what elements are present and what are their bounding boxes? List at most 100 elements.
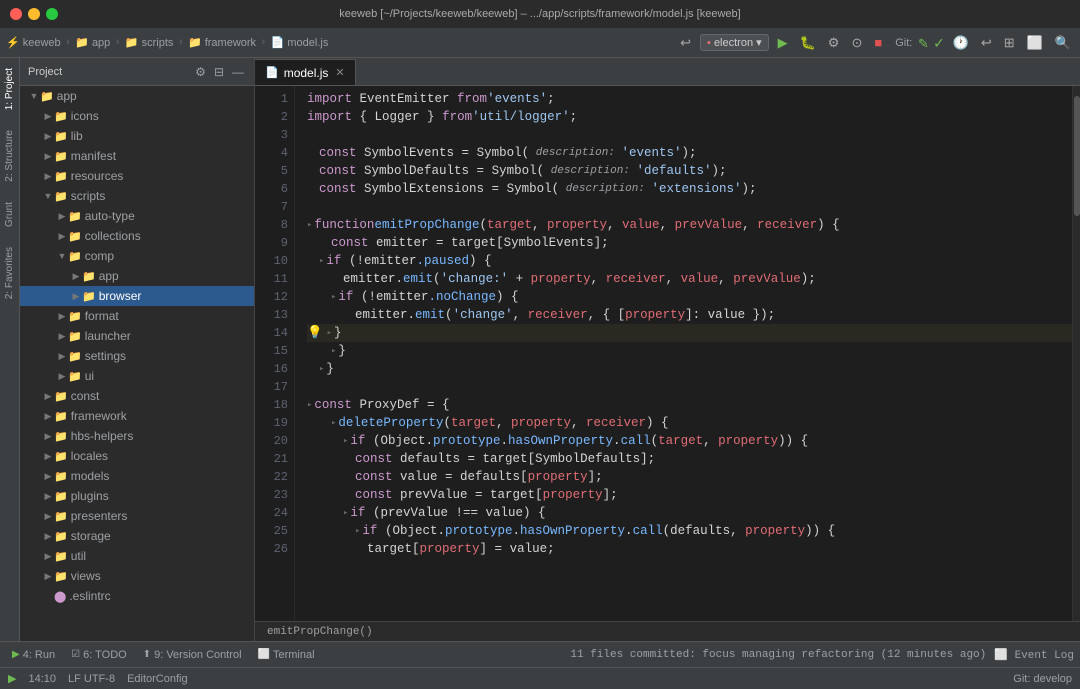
profile-button[interactable]: ⊙ — [848, 33, 865, 53]
status-position[interactable]: 14:10 — [28, 673, 56, 685]
sidebar-layout-button[interactable]: ⊟ — [212, 63, 226, 81]
project-button[interactable]: ⊞ — [1001, 33, 1018, 53]
tree-item-browser[interactable]: ▶ 📁 browser — [20, 286, 254, 306]
status-run: ▶ — [8, 672, 16, 685]
breadcrumb-label-app: app — [92, 37, 110, 49]
expand-arrow: ▶ — [42, 431, 54, 442]
structure-panel-tab[interactable]: 2: Structure — [0, 120, 19, 192]
tree-item-storage[interactable]: ▶ 📁 storage — [20, 526, 254, 546]
code-content[interactable]: ▸▸ import EventEmitter from 'events'; im… — [295, 86, 1072, 621]
keeweb-icon: ⚡ — [6, 36, 20, 49]
expand-arrow: ▶ — [70, 291, 82, 302]
project-panel-tab[interactable]: 1: Project — [0, 58, 19, 120]
code-line-16: ▸} — [307, 360, 1072, 378]
tree-item-views[interactable]: ▶ 📁 views — [20, 566, 254, 586]
scrollbar[interactable] — [1072, 86, 1080, 621]
tree-item-locales[interactable]: ▶ 📁 locales — [20, 446, 254, 466]
editor-config-text: EditorConfig — [127, 673, 188, 685]
tree-item-icons[interactable]: ▶ 📁 icons — [20, 106, 254, 126]
tree-item-models[interactable]: ▶ 📁 models — [20, 466, 254, 486]
favorites-panel-tab[interactable]: 2: Favorites — [0, 237, 19, 309]
status-editor-config[interactable]: EditorConfig — [127, 673, 188, 685]
tree-item-collections[interactable]: ▶ 📁 collections — [20, 226, 254, 246]
tree-item-manifest[interactable]: ▶ 📁 manifest — [20, 146, 254, 166]
bottom-right: 11 files committed: focus managing refac… — [570, 648, 1074, 662]
sidebar-settings-button[interactable]: ⚙ — [193, 63, 208, 81]
code-line-10: ▸if (!emitter.paused) { — [307, 252, 1072, 270]
status-encoding[interactable]: LF UTF-8 — [68, 673, 115, 685]
tree-item-const[interactable]: ▶ 📁 const — [20, 386, 254, 406]
code-line-23: const prevValue = target[property]; — [307, 486, 1072, 504]
status-git[interactable]: Git: develop — [1013, 673, 1072, 685]
tree-item-plugins[interactable]: ▶ 📁 plugins — [20, 486, 254, 506]
tree-item-comp[interactable]: ▼ 📁 comp — [20, 246, 254, 266]
todo-panel-button[interactable]: ☑ 6: TODO — [65, 647, 133, 663]
close-button[interactable] — [10, 8, 22, 20]
code-line-15: ▸} — [307, 342, 1072, 360]
window-button[interactable]: ⬜ — [1024, 33, 1046, 53]
run-config-button[interactable]: ▪ electron ▾ — [700, 34, 769, 51]
expand-arrow: ▶ — [42, 471, 54, 482]
vcs-panel-button[interactable]: ⬆ 9: Version Control — [137, 647, 248, 663]
run-button[interactable]: ▶ — [775, 33, 791, 53]
breadcrumb-sep-4: › — [260, 37, 267, 49]
tab-close-button[interactable]: ✕ — [335, 66, 344, 79]
minimize-button[interactable] — [28, 8, 40, 20]
tree-label: locales — [71, 449, 108, 463]
tree-item-lib[interactable]: ▶ 📁 lib — [20, 126, 254, 146]
window-title: keeweb [~/Projects/keeweb/keeweb] – .../… — [339, 8, 740, 20]
coverage-button[interactable]: ⚙ — [825, 33, 843, 53]
run-panel-button[interactable]: ▶ 4: Run — [6, 647, 61, 663]
tree-item-format[interactable]: ▶ 📁 format — [20, 306, 254, 326]
tree-label: settings — [85, 349, 126, 363]
tree-item-comp-app[interactable]: ▶ 📁 app — [20, 266, 254, 286]
tree-item-framework[interactable]: ▶ 📁 framework — [20, 406, 254, 426]
undo-button[interactable]: ↩ — [978, 33, 995, 53]
tree-item-settings[interactable]: ▶ 📁 settings — [20, 346, 254, 366]
tree-item-util[interactable]: ▶ 📁 util — [20, 546, 254, 566]
tree-item-launcher[interactable]: ▶ 📁 launcher — [20, 326, 254, 346]
statusbar: ▶ 14:10 LF UTF-8 EditorConfig Git: devel… — [0, 667, 1080, 689]
tree-item-scripts[interactable]: ▼ 📁 scripts — [20, 186, 254, 206]
event-log-button[interactable]: ⬜ Event Log — [994, 648, 1074, 662]
toolbar: ⚡ keeweb › 📁 app › 📁 scripts › 📁 framewo… — [0, 28, 1080, 58]
expand-arrow: ▶ — [42, 411, 54, 422]
maximize-button[interactable] — [46, 8, 58, 20]
breadcrumb-scripts[interactable]: 📁 scripts — [125, 36, 173, 49]
tree-item-eslintrc[interactable]: ▶ ⬤ .eslintrc — [20, 586, 254, 606]
sidebar-header: Project ⚙ ⊟ — — [20, 58, 254, 86]
tree-item-auto-type[interactable]: ▶ 📁 auto-type — [20, 206, 254, 226]
expand-arrow: ▼ — [28, 91, 40, 101]
debug-button[interactable]: 🐛 — [797, 33, 819, 53]
grunt-panel-tab[interactable]: Grunt — [0, 192, 19, 237]
tree-label: scripts — [71, 189, 106, 203]
breadcrumb-keeweb[interactable]: ⚡ keeweb — [6, 36, 61, 49]
tab-model-js[interactable]: 📄 model.js ✕ — [255, 59, 356, 85]
terminal-panel-button[interactable]: ⬜ Terminal — [252, 647, 321, 663]
code-editor[interactable]: 1 2 3 4 5 6 7 8 9 10 11 12 13 14 15 16 1… — [255, 86, 1080, 621]
breadcrumb-label-scripts: scripts — [142, 37, 174, 49]
tree-item-resources[interactable]: ▶ 📁 resources — [20, 166, 254, 186]
sidebar-minimize-button[interactable]: — — [230, 63, 246, 81]
scroll-thumb[interactable] — [1074, 96, 1080, 216]
tree-label: hbs-helpers — [71, 429, 134, 443]
folder-icon: 📁 — [54, 390, 68, 403]
code-line-3 — [307, 126, 1072, 144]
tree-item-app[interactable]: ▼ 📁 app — [20, 86, 254, 106]
back-button[interactable]: ↩ — [677, 33, 694, 53]
folder-icon-app: 📁 — [75, 36, 89, 49]
search-button[interactable]: 🔍 — [1052, 33, 1074, 53]
tree-item-presenters[interactable]: ▶ 📁 presenters — [20, 506, 254, 526]
tree-label: comp — [85, 249, 114, 263]
breadcrumb-model[interactable]: 📄 model.js — [271, 36, 329, 49]
tree-item-ui[interactable]: ▶ 📁 ui — [20, 366, 254, 386]
expand-arrow: ▶ — [56, 351, 68, 362]
expand-arrow: ▶ — [42, 171, 54, 182]
stop-button[interactable]: ■ — [871, 33, 885, 52]
breadcrumb-framework[interactable]: 📁 framework — [188, 36, 256, 49]
git-history-button[interactable]: 🕐 — [950, 33, 972, 53]
folder-icon: 📁 — [54, 450, 68, 463]
code-line-20: ▸if (Object.prototype.hasOwnProperty.cal… — [307, 432, 1072, 450]
tree-item-hbs-helpers[interactable]: ▶ 📁 hbs-helpers — [20, 426, 254, 446]
breadcrumb-app[interactable]: 📁 app — [75, 36, 110, 49]
